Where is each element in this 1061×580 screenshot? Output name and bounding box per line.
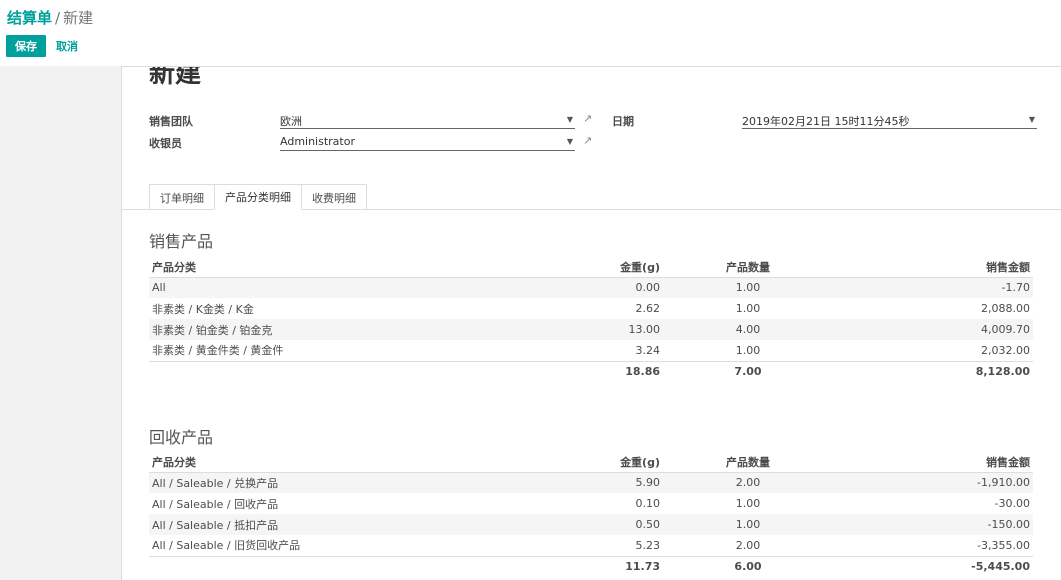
cashier-value: Administrator: [280, 135, 355, 148]
table-row[interactable]: All / Saleable / 旧货回收产品 5.23 2.00 -3,355…: [149, 535, 1033, 556]
table-row[interactable]: 非素类 / 黄金件类 / 黄金件 3.24 1.00 2,032.00: [149, 340, 1033, 361]
table-cell: 5.23: [635, 538, 661, 552]
table-total-row: 11.73 6.00 -5,445.00: [149, 555, 1033, 576]
external-link-icon[interactable]: ↗: [583, 112, 592, 125]
table-cell: 2.62: [635, 302, 661, 315]
table-cell: [149, 360, 529, 381]
table-cell: 非素类 / 铂金类 / 铂金克: [149, 319, 529, 340]
table-cell: 非素类 / 黄金件类 / 黄金件: [152, 344, 284, 358]
table-cell: -30.00: [994, 497, 1030, 510]
breadcrumb-current: 新建: [63, 9, 94, 27]
sales-team-value: 欧洲: [280, 115, 302, 128]
table-cell: 5.90: [529, 472, 663, 493]
chevron-down-icon[interactable]: ▼: [567, 115, 573, 124]
breadcrumb-parent-link[interactable]: 结算单: [7, 9, 52, 27]
table-cell: All: [149, 277, 529, 298]
table-cell: -150.00: [833, 514, 1033, 535]
table-cell: 4.00: [663, 319, 833, 340]
tab-category-details[interactable]: 产品分类明细: [214, 184, 302, 210]
table-cell: 4,009.70: [833, 319, 1033, 340]
recycle-section-title: 回收产品: [149, 428, 214, 447]
table-row[interactable]: All / Saleable / 兑换产品 5.90 2.00 -1,910.0…: [149, 472, 1033, 493]
table-cell: -3,355.00: [977, 538, 1030, 552]
table-cell: All / Saleable / 回收产品: [152, 497, 279, 511]
column-header[interactable]: 产品分类: [149, 452, 529, 473]
external-link-icon[interactable]: ↗: [583, 134, 592, 147]
table-cell: 2.00: [663, 472, 833, 493]
total-amount: 8,128.00: [833, 360, 1033, 381]
notebook-tabs: 订单明细 产品分类明细 收费明细: [149, 184, 367, 210]
table-cell: All / Saleable / 抵扣产品: [149, 514, 529, 535]
total-weight: 18.86: [529, 360, 663, 381]
table-cell: -1,910.00: [833, 472, 1033, 493]
tab-payment-details[interactable]: 收费明细: [301, 184, 367, 210]
table-cell: 1.00: [663, 277, 833, 298]
column-header[interactable]: 产品分类: [149, 257, 529, 278]
table-cell: 2.00: [735, 538, 761, 552]
total-quantity: 7.00: [663, 360, 833, 381]
column-header[interactable]: 产品数量: [663, 452, 833, 473]
table-cell: All / Saleable / 兑换产品: [149, 472, 529, 493]
table-cell: 13.00: [529, 319, 663, 340]
table-cell: 0.10: [635, 497, 661, 510]
table-cell: [149, 555, 529, 576]
table-row[interactable]: All / Saleable / 回收产品 0.10 1.00 -30.00: [149, 493, 1033, 514]
total-weight: 11.73: [529, 555, 663, 576]
sales-section-title: 销售产品: [149, 232, 214, 251]
column-header[interactable]: 产品数量: [663, 257, 833, 278]
sales-team-label: 销售团队: [149, 115, 193, 128]
table-header-row: 产品分类 金重(g) 产品数量 销售金额: [149, 452, 1033, 473]
chevron-down-icon[interactable]: ▼: [1029, 115, 1035, 124]
table-cell: 2,088.00: [981, 302, 1030, 315]
breadcrumb-separator: /: [55, 9, 61, 27]
table-row[interactable]: All 0.00 1.00 -1.70: [149, 277, 1033, 298]
date-label: 日期: [612, 115, 634, 128]
table-cell: 非素类 / K金类 / K金: [152, 302, 254, 316]
sales-team-field[interactable]: 欧洲 ▼: [280, 112, 575, 129]
recycle-table: 产品分类 金重(g) 产品数量 销售金额 All / Saleable / 兑换…: [149, 452, 1033, 576]
table-cell: -1.70: [833, 277, 1033, 298]
table-cell: 0.50: [529, 514, 663, 535]
table-cell: 2,032.00: [981, 343, 1030, 357]
cashier-field[interactable]: Administrator ▼: [280, 134, 575, 151]
table-header-row: 产品分类 金重(g) 产品数量 销售金额: [149, 257, 1033, 278]
column-header[interactable]: 销售金额: [833, 257, 1033, 278]
table-cell: 3.24: [635, 343, 661, 357]
column-header[interactable]: 金重(g): [529, 452, 663, 473]
table-cell: 1.00: [663, 514, 833, 535]
tab-order-details[interactable]: 订单明细: [149, 184, 215, 210]
cancel-button[interactable]: 取消: [56, 35, 78, 57]
sales-table: 产品分类 金重(g) 产品数量 销售金额 All 0.00 1.00 -1.70…: [149, 257, 1033, 381]
table-row[interactable]: All / Saleable / 抵扣产品 0.50 1.00 -150.00: [149, 514, 1033, 535]
form-sheet: 新建 销售团队 欧洲 ▼ ↗ 收银员 Administrator ▼ ↗ 日期 …: [121, 66, 1061, 580]
date-field[interactable]: 2019年02月21日 15时11分45秒 ▼: [742, 112, 1037, 129]
table-row[interactable]: 非素类 / K金类 / K金 2.62 1.00 2,088.00: [149, 298, 1033, 319]
table-cell: 1.00: [735, 497, 761, 510]
control-panel: 结算单 / 新建 保存 取消: [0, 0, 1061, 66]
table-total-row: 18.86 7.00 8,128.00: [149, 360, 1033, 381]
table-cell: 0.00: [529, 277, 663, 298]
date-value: 2019年02月21日 15时11分45秒: [742, 115, 910, 128]
breadcrumb: 结算单 / 新建: [7, 7, 93, 28]
total-quantity: 6.00: [663, 555, 833, 576]
save-button[interactable]: 保存: [6, 35, 46, 57]
cashier-label: 收银员: [149, 137, 182, 150]
table-cell: 1.00: [735, 343, 761, 357]
table-cell: 1.00: [735, 302, 761, 315]
page-title: 新建: [149, 66, 202, 89]
table-row[interactable]: 非素类 / 铂金类 / 铂金克 13.00 4.00 4,009.70: [149, 319, 1033, 340]
column-header[interactable]: 金重(g): [529, 257, 663, 278]
total-amount: -5,445.00: [833, 555, 1033, 576]
chevron-down-icon[interactable]: ▼: [567, 137, 573, 146]
column-header[interactable]: 销售金额: [833, 452, 1033, 473]
table-cell: All / Saleable / 旧货回收产品: [152, 539, 301, 553]
